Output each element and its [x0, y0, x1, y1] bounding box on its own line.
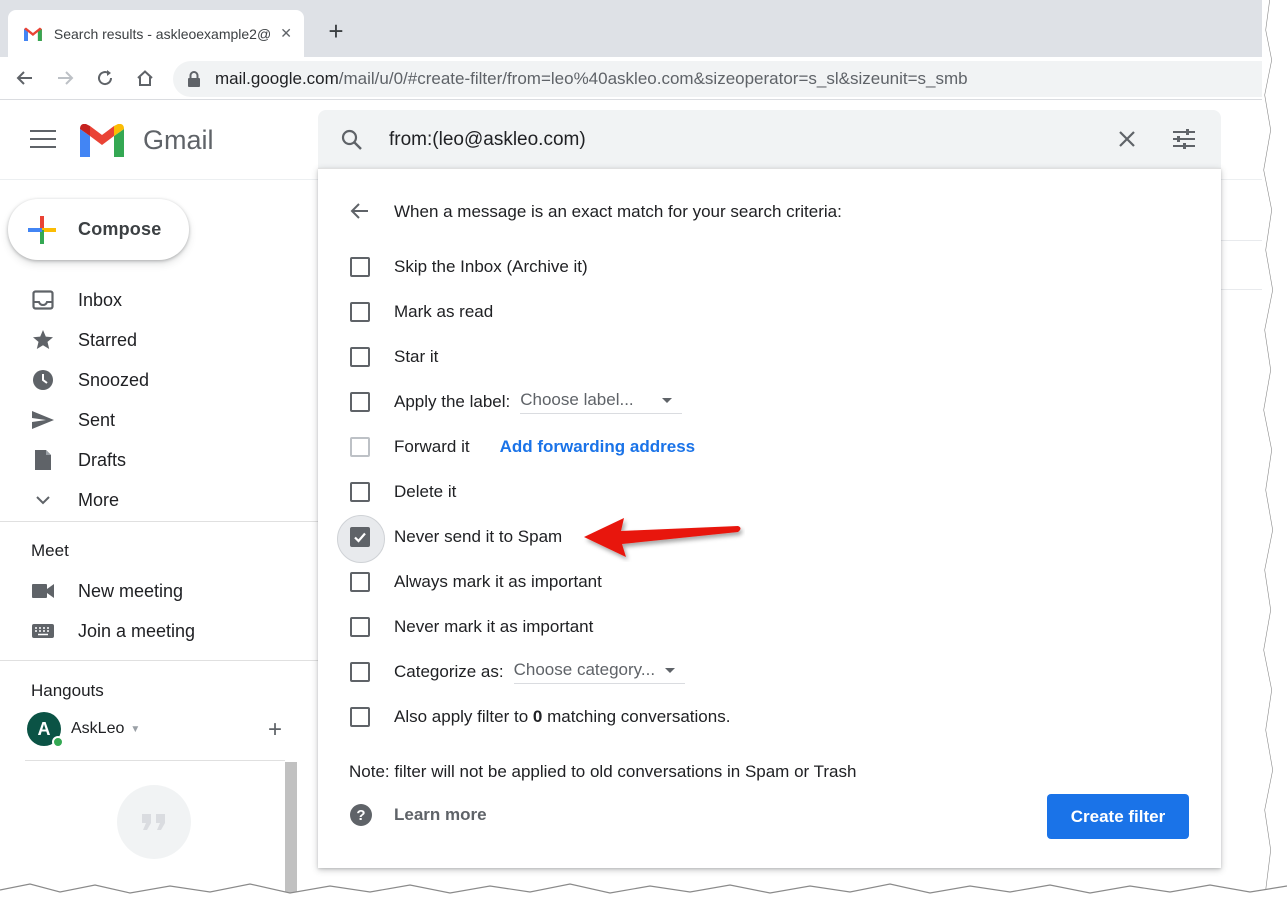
send-icon: [30, 408, 56, 432]
add-forwarding-address-link[interactable]: Add forwarding address: [500, 437, 696, 457]
reload-icon[interactable]: [90, 63, 120, 93]
add-contact-icon[interactable]: +: [268, 718, 282, 742]
clock-icon: [30, 368, 56, 392]
never-important-checkbox[interactable]: [350, 617, 370, 637]
new-tab-icon[interactable]: +: [322, 16, 350, 46]
option-categorize: Categorize as: Choose category...: [350, 659, 1190, 685]
option-delete-it: Delete it: [350, 479, 1190, 505]
matching-count: 0: [532, 707, 543, 726]
back-icon[interactable]: [10, 63, 40, 93]
also-apply-checkbox[interactable]: [350, 707, 370, 727]
hangouts-user[interactable]: A AskLeo ▼: [27, 711, 297, 748]
search-input[interactable]: from:(leo@askleo.com): [389, 128, 586, 152]
filter-header: When a message is an exact match for you…: [394, 202, 842, 221]
compose-plus-icon: [28, 215, 56, 244]
forward-it-checkbox[interactable]: [350, 437, 370, 457]
content-divider: [1221, 289, 1262, 290]
choose-category-dropdown[interactable]: Choose category...: [513, 660, 686, 684]
clear-search-icon[interactable]: [1115, 127, 1139, 151]
option-apply-label: Apply the label: Choose label...: [350, 389, 1190, 415]
hangouts-section-title: Hangouts: [31, 681, 104, 700]
option-also-apply: Also apply filter to 0 matching conversa…: [350, 704, 1190, 730]
option-never-spam: Never send it to Spam: [337, 515, 1190, 563]
compose-button[interactable]: Compose: [8, 199, 189, 260]
browser-toolbar: mail.google.com/mail/u/0/#create-filter/…: [0, 57, 1262, 100]
search-bar[interactable]: from:(leo@askleo.com): [318, 110, 1221, 168]
browser-tab[interactable]: Search results - askleoexample2@ ✕: [8, 10, 304, 57]
delete-it-checkbox[interactable]: [350, 482, 370, 502]
sidebar-divider: [0, 521, 318, 522]
address-url: mail.google.com/mail/u/0/#create-filter/…: [215, 69, 968, 88]
sidebar-divider: [0, 660, 318, 661]
home-icon[interactable]: [130, 63, 160, 93]
annotation-arrow-icon: [584, 518, 741, 557]
skip-inbox-checkbox[interactable]: [350, 257, 370, 277]
option-star-it: Star it: [350, 344, 1190, 370]
help-icon: ?: [350, 804, 372, 826]
content-divider: [1221, 240, 1262, 241]
mark-read-checkbox[interactable]: [350, 302, 370, 322]
address-bar[interactable]: mail.google.com/mail/u/0/#create-filter/…: [173, 61, 1262, 97]
never-spam-checkbox[interactable]: [350, 527, 370, 547]
compose-label: Compose: [78, 219, 162, 239]
filter-note: Note: filter will not be applied to old …: [349, 762, 857, 781]
sidebar-item-drafts[interactable]: Drafts: [30, 446, 290, 474]
main-menu-icon[interactable]: [30, 130, 56, 150]
learn-more-link[interactable]: ? Learn more: [350, 804, 487, 826]
sidebar-item-join-meeting[interactable]: Join a meeting: [30, 617, 290, 645]
drafts-icon: [30, 448, 56, 472]
always-important-checkbox[interactable]: [350, 572, 370, 592]
avatar: A: [27, 712, 64, 748]
keyboard-icon: [30, 619, 56, 643]
search-options-icon[interactable]: [1171, 127, 1197, 151]
create-filter-panel: When a message is an exact match for you…: [318, 168, 1221, 868]
sidebar-item-new-meeting[interactable]: New meeting: [30, 577, 290, 605]
star-icon: [30, 328, 56, 352]
gmail-logo-icon: [80, 124, 124, 157]
video-camera-icon: [30, 579, 56, 603]
lock-icon: [188, 71, 200, 87]
gmail-favicon-icon: [24, 27, 42, 41]
option-mark-read: Mark as read: [350, 299, 1190, 325]
back-arrow-icon[interactable]: [348, 199, 372, 223]
chevron-down-icon: [30, 488, 56, 512]
hangouts-quote-icon: [117, 785, 191, 859]
sidebar-item-sent[interactable]: Sent: [30, 406, 290, 434]
create-filter-button[interactable]: Create filter: [1047, 794, 1189, 839]
sidebar-item-more[interactable]: More: [30, 486, 290, 514]
dropdown-arrow-icon: [661, 397, 672, 403]
star-it-checkbox[interactable]: [350, 347, 370, 367]
forward-icon[interactable]: [50, 63, 80, 93]
option-forward-it: Forward it Add forwarding address: [350, 434, 1190, 460]
sidebar-item-starred[interactable]: Starred: [30, 326, 290, 354]
torn-edge-decoration: [1262, 0, 1287, 915]
check-icon: [354, 532, 366, 543]
torn-edge-decoration: [0, 883, 1287, 915]
categorize-checkbox[interactable]: [350, 662, 370, 682]
caret-down-icon[interactable]: ▼: [130, 724, 140, 735]
inbox-icon: [30, 288, 56, 312]
gmail-brand: Gmail: [143, 125, 214, 155]
online-status-icon: [52, 736, 64, 748]
apply-label-checkbox[interactable]: [350, 392, 370, 412]
choose-label-dropdown[interactable]: Choose label...: [520, 390, 682, 414]
option-skip-inbox: Skip the Inbox (Archive it): [350, 254, 1190, 280]
meet-section-title: Meet: [31, 541, 69, 560]
sidebar-item-snoozed[interactable]: Snoozed: [30, 366, 290, 394]
option-always-important: Always mark it as important: [350, 569, 1190, 595]
browser-tab-strip: Search results - askleoexample2@ ✕ +: [0, 0, 1262, 57]
hangouts-user-name: AskLeo: [71, 720, 125, 737]
dropdown-arrow-icon: [665, 667, 676, 673]
option-never-important: Never mark it as important: [350, 614, 1190, 640]
sidebar-item-inbox[interactable]: Inbox: [30, 286, 290, 314]
tab-title: Search results - askleoexample2@: [53, 25, 271, 42]
search-icon[interactable]: [340, 128, 364, 152]
tab-close-icon[interactable]: ✕: [280, 25, 292, 42]
